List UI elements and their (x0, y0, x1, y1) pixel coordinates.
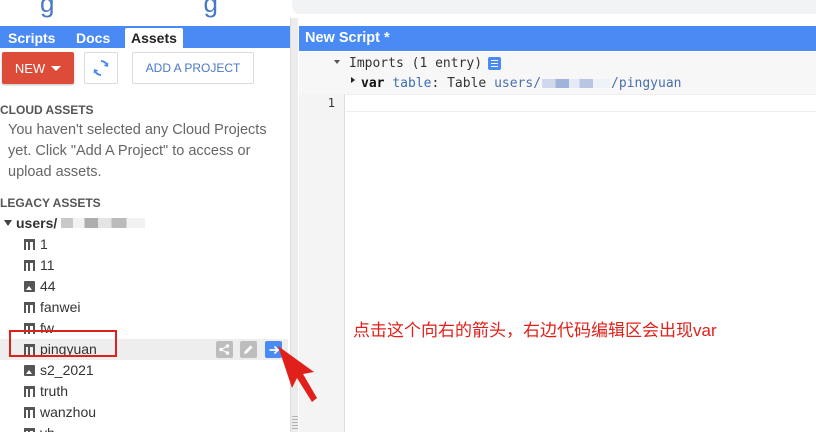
new-button-label: NEW (14, 60, 46, 76)
asset-label: fanwei (40, 299, 81, 315)
asset-label: yh (40, 425, 55, 432)
code-line-1[interactable] (346, 94, 816, 112)
drag-handle-icon[interactable] (292, 416, 298, 430)
asset-row-1[interactable]: 1 (0, 234, 288, 255)
asset-row-11[interactable]: 11 (0, 255, 288, 276)
asset-row-fanwei[interactable]: fanwei (0, 297, 288, 318)
legacy-assets-heading: LEGACY ASSETS (0, 196, 101, 210)
app-logo: g g (40, 0, 219, 18)
import-path-suffix: /pingyuan (611, 75, 682, 91)
import-variable-name: table (392, 75, 432, 91)
new-button[interactable]: NEW (2, 52, 74, 84)
imports-label: Imports (1 entry) (349, 55, 483, 71)
assets-panel: Scripts Docs Assets NEW ADD A PROJECT CL… (0, 18, 290, 432)
highlight-box (9, 330, 117, 357)
pencil-icon (244, 345, 253, 354)
asset-row-44[interactable]: 44 (0, 276, 288, 297)
edit-button[interactable] (240, 341, 257, 358)
asset-row-yh[interactable]: yh (0, 423, 288, 432)
users-folder-label: users/ (16, 215, 58, 231)
cloud-assets-heading: CLOUD ASSETS (0, 103, 94, 117)
top-bar: g g (0, 0, 816, 18)
image-icon (24, 365, 35, 376)
image-icon (24, 281, 35, 292)
assets-toolbar: NEW ADD A PROJECT (0, 50, 290, 90)
annotation-arrow-icon (278, 346, 317, 402)
redacted-path (542, 78, 611, 88)
tab-scripts[interactable]: Scripts (2, 28, 61, 48)
imports-doc-icon[interactable] (488, 56, 502, 70)
asset-label: 11 (40, 257, 55, 273)
asset-label: truth (40, 383, 69, 399)
asset-label: wanzhou (40, 404, 97, 420)
table-icon (24, 407, 35, 418)
expand-import-icon[interactable] (351, 77, 355, 83)
cloud-assets-message: You haven't selected any Cloud Projects … (8, 122, 267, 180)
share-icon (219, 344, 230, 355)
tab-docs[interactable]: Docs (70, 28, 116, 48)
table-icon (24, 239, 35, 250)
redacted-username (61, 218, 146, 228)
table-icon (24, 386, 35, 397)
imports-section: Imports (1 entry) var table : Table user… (299, 52, 816, 94)
asset-row-wanzhou[interactable]: wanzhou (0, 402, 288, 423)
add-project-button[interactable]: ADD A PROJECT (132, 52, 254, 84)
import-path-prefix: users/ (494, 75, 542, 91)
users-folder[interactable]: users/ (4, 214, 146, 232)
var-keyword: var (361, 75, 385, 91)
imports-header[interactable]: Imports (1 entry) (349, 54, 502, 72)
import-type: Table (447, 75, 487, 91)
asset-label: 1 (40, 236, 48, 252)
import-entry[interactable]: var table : Table users/ /pingyuan (361, 74, 682, 92)
expand-triangle-icon[interactable] (4, 220, 12, 226)
table-icon (24, 260, 35, 271)
refresh-button[interactable] (84, 52, 118, 84)
import-colon: : (431, 75, 440, 91)
table-icon (24, 302, 35, 313)
script-title: New Script * (299, 26, 816, 51)
asset-row-truth[interactable]: truth (0, 381, 288, 402)
tab-assets[interactable]: Assets (125, 28, 183, 48)
search-bar[interactable] (292, 0, 816, 14)
annotation-text: 点击这个向右的箭头，右边代码编辑区会出现var (353, 321, 717, 340)
asset-label: 44 (40, 278, 56, 294)
asset-label: s2_2021 (40, 362, 94, 378)
code-editor-panel: New Script * Imports (1 entry) var table… (299, 18, 816, 432)
collapse-imports-icon[interactable] (334, 60, 340, 64)
panel-tabs: Scripts Docs Assets (0, 26, 290, 48)
line-number: 1 (327, 96, 335, 110)
refresh-icon (93, 60, 109, 76)
share-button[interactable] (216, 341, 233, 358)
table-icon (24, 428, 35, 432)
asset-row-s2_2021[interactable]: s2_2021 (0, 360, 288, 381)
caret-down-icon (51, 65, 62, 71)
